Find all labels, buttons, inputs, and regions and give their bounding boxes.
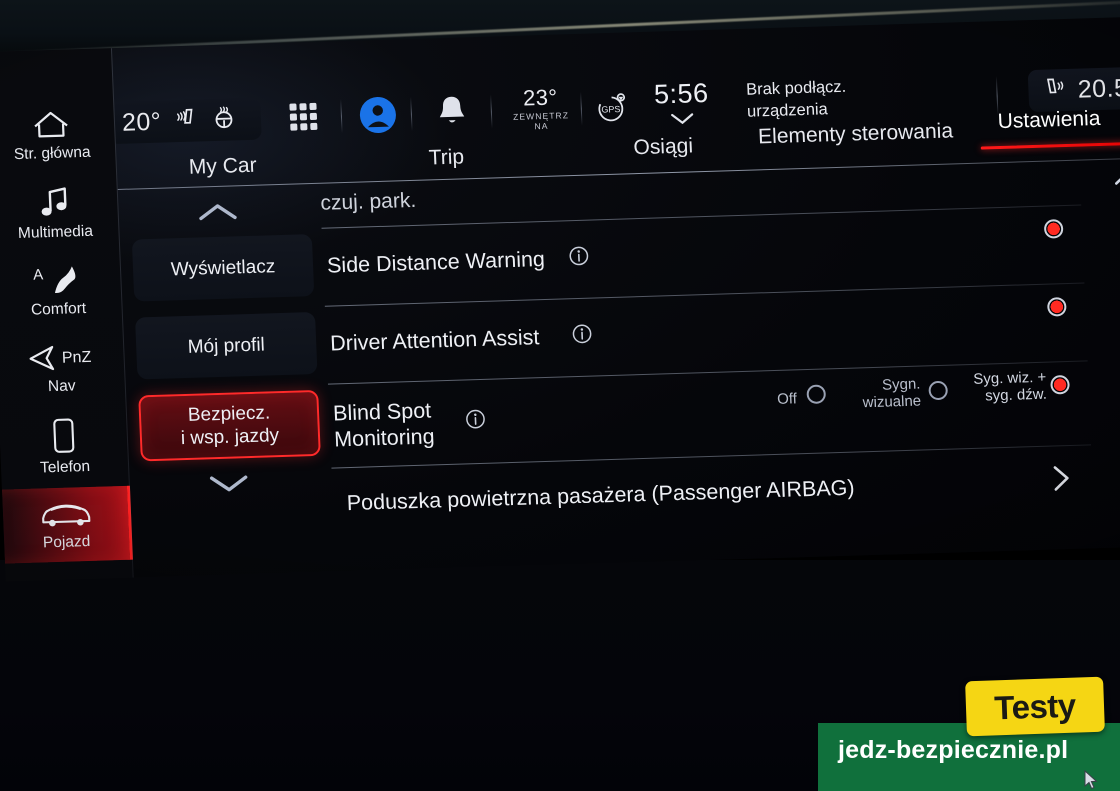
status-indicator-driver-attention-assist[interactable]: [1046, 297, 1067, 317]
chevron-up-icon: [199, 204, 237, 221]
passenger-temp-value: 20.5: [1077, 73, 1120, 104]
infotainment-screen: 20° 23° ZEWNĘTRZ NA GPS 5:56 Brak podłąc…: [0, 16, 1120, 582]
settings-list: czuj. park. Side Distance Warning Driver…: [320, 165, 1120, 571]
option-radio-off[interactable]: [806, 384, 827, 405]
sidebar-label-comfort: Comfort: [30, 299, 87, 319]
category-label-moj-profil: Mój profil: [187, 334, 266, 358]
sidebar-label-nav: Nav: [47, 376, 76, 395]
watermark-url: jedz-bezpiecznie.pl: [838, 736, 1069, 764]
row-title-blind-spot-monitoring-line1: Blind Spot: [332, 398, 432, 426]
outside-temp-value: 23°: [522, 84, 559, 111]
tab-elementy-sterowania[interactable]: Elementy sterowania: [758, 119, 954, 149]
row-title-side-distance-warning: Side Distance Warning: [326, 246, 546, 278]
option-radio-syg-wiz-syg-dzw[interactable]: [1050, 374, 1070, 395]
list-scroll-up-button[interactable]: [1112, 169, 1120, 193]
option-radio-sygn-wizualne[interactable]: [928, 380, 949, 401]
category-button-bezpieczenstwo[interactable]: Bezpiecz. i wsp. jazdy: [138, 389, 321, 462]
tab-ustawienia[interactable]: Ustawienia: [997, 107, 1101, 134]
sidebar-label-telefon: Telefon: [39, 457, 91, 476]
seat-comfort-icon: A: [33, 266, 76, 293]
mouse-cursor-icon: [1083, 769, 1099, 791]
sidebar-label-pojazd: Pojazd: [42, 532, 91, 551]
tab-my-car[interactable]: My Car: [188, 154, 257, 180]
chevron-down-icon: [209, 475, 248, 492]
category-scroll-down-button[interactable]: [193, 466, 264, 502]
bluetooth-status-line1: Brak podłącz.: [745, 77, 847, 99]
chevron-up-icon: [1115, 171, 1120, 185]
active-tab-underline: [980, 141, 1120, 150]
row-title-passenger-airbag: Poduszka powietrzna pasażera (Passenger …: [346, 475, 855, 516]
info-icon[interactable]: [572, 324, 593, 350]
watermark-badge: Testy: [965, 676, 1105, 737]
home-icon: [34, 111, 68, 137]
chevron-right-icon[interactable]: [1050, 463, 1073, 499]
car-icon: [41, 504, 90, 526]
clock-value: 5:56: [653, 77, 710, 110]
sidebar-item-telefon[interactable]: Telefon: [0, 408, 130, 486]
seat-heating-icon[interactable]: [1041, 74, 1068, 106]
phone-icon: [53, 418, 75, 453]
info-icon[interactable]: [568, 246, 589, 272]
partial-row-czuj-park[interactable]: czuj. park.: [320, 189, 417, 216]
category-button-wyswietlacz[interactable]: Wyświetlacz: [131, 234, 315, 302]
category-label-bezpieczenstwo-line1: Bezpiecz.: [187, 402, 271, 426]
option-label-syg-wiz-syg-dzw[interactable]: Syg. wiz. + syg. dźw.: [950, 369, 1047, 406]
option-label-sygn-wizualne-line2: wizualne: [862, 392, 922, 412]
sidebar-item-pojazd[interactable]: Pojazd: [1, 485, 133, 564]
info-icon[interactable]: [465, 409, 486, 435]
sidebar-item-comfort[interactable]: A Comfort: [0, 252, 123, 330]
sidebar-label-home: Str. główna: [13, 143, 91, 163]
option-label-syg-wiz-syg-dzw-line2: syg. dźw.: [984, 385, 1048, 405]
row-title-blind-spot-monitoring-line2: Monitoring: [333, 424, 436, 452]
category-scroll-up-button[interactable]: [182, 194, 253, 230]
svg-text:GPS: GPS: [601, 104, 620, 115]
music-note-icon: [41, 186, 67, 216]
svg-text:A: A: [33, 266, 44, 283]
svg-text:PnZ: PnZ: [62, 348, 92, 366]
category-label-bezpieczenstwo-line2: i wsp. jazdy: [180, 425, 280, 450]
watermark-badge-label: Testy: [993, 686, 1077, 726]
category-button-moj-profil[interactable]: Mój profil: [135, 312, 318, 380]
tab-trip[interactable]: Trip: [428, 145, 464, 170]
sidebar-item-nav[interactable]: PnZ Nav: [0, 330, 127, 408]
option-label-sygn-wizualne[interactable]: Sygn. wizualne: [828, 376, 921, 413]
tab-osiagi[interactable]: Osiągi: [633, 134, 693, 160]
category-label-wyswietlacz: Wyświetlacz: [170, 255, 276, 280]
row-title-driver-attention-assist: Driver Attention Assist: [329, 325, 540, 356]
sidebar-label-multimedia: Multimedia: [17, 222, 94, 242]
sidebar-item-home[interactable]: Str. główna: [0, 96, 117, 174]
option-label-off[interactable]: Off: [749, 390, 797, 408]
sidebar-item-multimedia[interactable]: Multimedia: [0, 174, 120, 252]
photo-root: 20° 23° ZEWNĘTRZ NA GPS 5:56 Brak podłąc…: [0, 0, 1120, 791]
category-panel: Wyświetlacz Mój profil Bezpiecz. i wsp. …: [124, 192, 336, 578]
status-indicator-side-distance-warning[interactable]: [1043, 219, 1064, 239]
navigation-arrow-icon: PnZ: [29, 345, 92, 370]
